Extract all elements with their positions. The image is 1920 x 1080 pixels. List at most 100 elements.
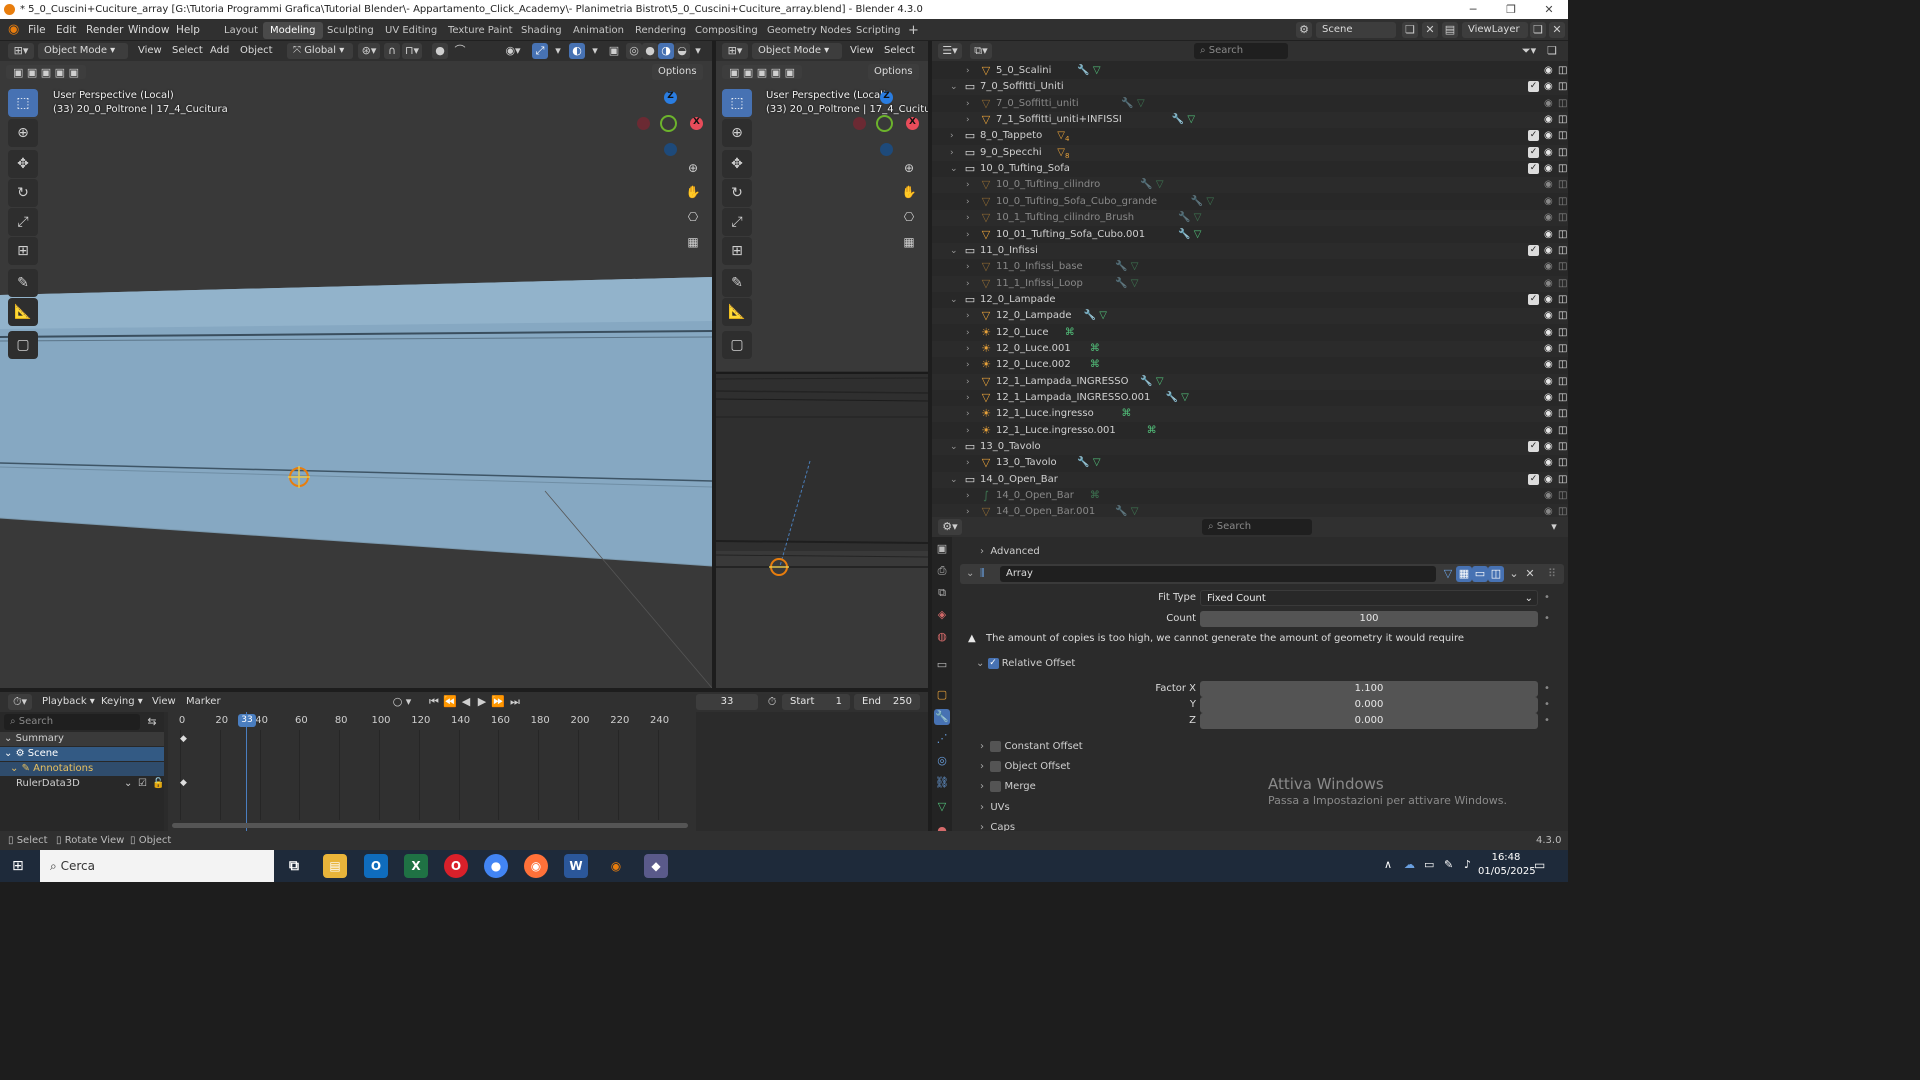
eye-icon[interactable]: ◉	[1544, 145, 1553, 161]
exclude-checkbox[interactable]: ✓	[1528, 81, 1539, 93]
onedrive-icon[interactable]: ☁	[1404, 858, 1415, 871]
tab-layout[interactable]: Layout	[217, 22, 265, 39]
menu-playback[interactable]: Playback ▾	[42, 694, 95, 710]
menu-object[interactable]: Object	[240, 43, 273, 59]
chevron-right-icon[interactable]: ›	[966, 488, 970, 504]
menu-help[interactable]: Help	[176, 19, 200, 41]
camera-icon[interactable]: ◫	[1558, 472, 1567, 488]
keyframe-dot-icon[interactable]: •	[1544, 590, 1550, 606]
eye-icon[interactable]: ◉	[1544, 177, 1553, 193]
menu-view-timeline[interactable]: View	[152, 694, 176, 710]
camera-icon[interactable]: ◫	[1558, 194, 1567, 210]
keyframe-dot-icon[interactable]: •	[1544, 713, 1550, 729]
auto-keying-icon[interactable]: ○ ▾	[390, 694, 414, 710]
summary-keyframe-icon[interactable]: ◆	[180, 734, 187, 744]
exclude-checkbox[interactable]: ✓	[1528, 163, 1539, 175]
taskbar-date[interactable]: 01/05/2025	[1478, 866, 1536, 877]
chevron-right-icon[interactable]: ›	[966, 210, 970, 226]
camera-icon[interactable]: ◫	[1558, 308, 1567, 324]
chevron-right-icon[interactable]: ›	[966, 390, 970, 406]
camera-icon[interactable]: ◫	[1558, 96, 1567, 112]
view-layer-icon[interactable]: ▤	[1442, 22, 1458, 38]
tab-texture-paint[interactable]: Texture Paint	[441, 22, 520, 39]
new-view-layer-icon[interactable]: ❏	[1530, 22, 1546, 38]
chevron-right-icon[interactable]: ›	[966, 259, 970, 275]
data-tab-icon[interactable]: ▽	[934, 799, 950, 815]
object-offset-checkbox[interactable]	[990, 760, 1002, 772]
pivot-icon[interactable]: ⊛▾	[358, 43, 380, 59]
solid-shading-icon[interactable]: ●	[642, 43, 658, 59]
play-icon[interactable]: ▶	[474, 694, 490, 710]
factor-x-field[interactable]: 1.100	[1200, 681, 1538, 697]
menu-view[interactable]: View	[138, 43, 162, 59]
outliner-row[interactable]: ⌄ ▭ 10_0_Tufting_Sofa ✓ ◉ ◫	[932, 161, 1568, 177]
camera-view-icon[interactable]: ⎔	[682, 206, 704, 228]
taskbar-time[interactable]: 16:48	[1486, 852, 1526, 863]
outliner-row[interactable]: › ▽ 10_01_Tufting_Sofa_Cubo.001 🔧 ▽ ◉ ◫	[932, 227, 1568, 243]
relative-offset-subpanel[interactable]: ⌄ ✓ Relative Offset	[976, 655, 1075, 673]
outliner-row[interactable]: › ☀ 12_0_Luce ⌘ ◉ ◫	[932, 325, 1568, 341]
camera-icon[interactable]: ◫	[1558, 177, 1567, 193]
tab-sculpting[interactable]: Sculpting	[320, 22, 381, 39]
transform-tool-icon[interactable]: ⊞	[8, 237, 38, 265]
perspective-grid-icon-right[interactable]: ▦	[898, 231, 920, 253]
outliner-row[interactable]: › ∫ 14_0_Open_Bar ⌘ ◉ ◫	[932, 488, 1568, 504]
jump-end-icon[interactable]: ⏭	[507, 694, 523, 710]
constant-offset-subpanel[interactable]: › Constant Offset	[980, 738, 1083, 756]
properties-options-icon[interactable]: ▾	[1546, 519, 1562, 535]
constant-offset-checkbox[interactable]	[990, 740, 1002, 752]
wireframe-shading-icon[interactable]: ◎	[626, 43, 642, 59]
scene-tab-icon[interactable]: ◈	[934, 607, 950, 623]
options-button[interactable]: Options	[652, 64, 703, 80]
transform-orientation-dropdown[interactable]: ⤧ Global ▾	[287, 43, 353, 59]
factor-z-field[interactable]: 0.000	[1200, 713, 1538, 729]
eye-icon[interactable]: ◉	[1544, 504, 1553, 517]
camera-icon[interactable]: ◫	[1558, 423, 1567, 439]
chevron-down-icon[interactable]: ⌄	[950, 161, 958, 177]
tab-shading[interactable]: Shading	[514, 22, 569, 39]
menu-render[interactable]: Render	[86, 19, 123, 41]
outliner-row[interactable]: › ▽ 5_0_Scalini 🔧 ▽ ◉ ◫	[932, 63, 1568, 79]
eye-icon[interactable]: ◉	[1544, 374, 1553, 390]
delete-scene-icon[interactable]: ✕	[1422, 22, 1438, 38]
outliner-search-input[interactable]: ⌕ Search	[1194, 43, 1288, 59]
realtime-icon[interactable]: ▭	[1472, 566, 1488, 582]
eye-icon[interactable]: ◉	[1544, 210, 1553, 226]
modifier-tab-icon[interactable]: 🔧	[934, 709, 950, 725]
overlay-toggle-icon[interactable]: ◐	[569, 43, 585, 59]
scene-icon[interactable]: ⚙	[1296, 22, 1312, 38]
camera-icon[interactable]: ◫	[1558, 439, 1567, 455]
camera-icon[interactable]: ◫	[1558, 374, 1567, 390]
camera-icon[interactable]: ◫	[1558, 357, 1567, 373]
tab-scripting[interactable]: Scripting	[849, 22, 907, 39]
drag-handle-icon[interactable]: ⠿	[1544, 566, 1560, 582]
jump-start-icon[interactable]: ⏮	[426, 694, 442, 710]
eye-icon[interactable]: ◉	[1544, 308, 1553, 324]
gizmo-toggle-icon[interactable]: ⤢	[532, 43, 548, 59]
eye-icon[interactable]: ◉	[1544, 357, 1553, 373]
selection-mode-icons-right[interactable]: ▣ ▣ ▣ ▣ ▣	[722, 65, 802, 79]
chevron-right-icon[interactable]: ›	[966, 325, 970, 341]
outliner-row[interactable]: › ▽ 11_1_Infissi_Loop 🔧 ▽ ◉ ◫	[932, 275, 1568, 292]
timeline-editor-icon[interactable]: ⏱▾	[8, 694, 32, 710]
firefox-icon[interactable]: ◉	[524, 854, 548, 878]
snap-icon[interactable]: ∩	[384, 43, 400, 59]
eye-icon[interactable]: ◉	[1544, 439, 1553, 455]
relative-offset-checkbox[interactable]: ✓	[987, 657, 999, 669]
eye-icon[interactable]: ◉	[1544, 455, 1553, 471]
count-field[interactable]: 100	[1200, 611, 1538, 627]
camera-icon[interactable]: ◫	[1558, 276, 1567, 292]
menu-select-right[interactable]: Select	[884, 43, 915, 59]
select-box-tool-icon-right[interactable]: ⬚	[722, 89, 752, 117]
edit-mode-icon[interactable]: ▦	[1456, 566, 1472, 582]
camera-view-icon-right[interactable]: ⎔	[898, 206, 920, 228]
perspective-grid-icon[interactable]: ▦	[682, 231, 704, 253]
keyframe-dot-icon[interactable]: •	[1544, 697, 1550, 713]
right-3d-viewport[interactable]: ▣ ▣ ▣ ▣ ▣ ⬚ ⊕ ✥ ↻ ⤢ ⊞ ✎ 📐 ▢ Options User…	[716, 61, 928, 688]
add-cube-tool-icon[interactable]: ▢	[8, 331, 38, 359]
keyframe-dot-icon[interactable]: •	[1544, 611, 1550, 627]
chevron-right-icon[interactable]: ›	[966, 227, 970, 243]
visibility-icon[interactable]: ◉▾	[502, 43, 524, 59]
outliner-row[interactable]: › ▽ 7_0_Soffitti_uniti 🔧 ▽ ◉ ◫	[932, 96, 1568, 112]
transform-tool-icon-right[interactable]: ⊞	[722, 237, 752, 265]
